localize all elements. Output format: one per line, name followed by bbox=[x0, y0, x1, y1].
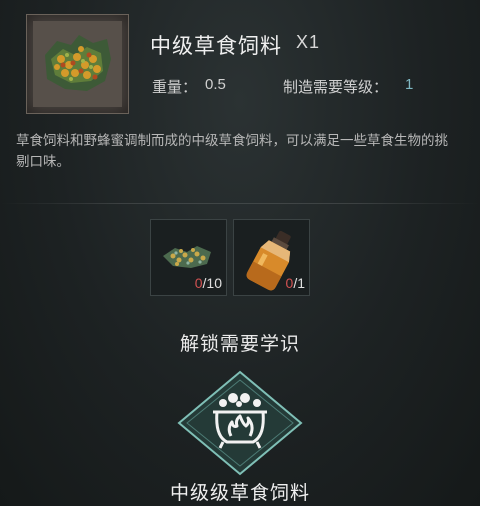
section-divider bbox=[0, 203, 480, 204]
craft-level-value: 1 bbox=[405, 76, 414, 93]
item-quantity: X1 bbox=[296, 32, 321, 52]
ingredient-count: 0/10 bbox=[194, 275, 222, 291]
item-description: 草食饲料和野蜂蜜调制而成的中级草食饲料，可以满足一些草食生物的挑剔口味。 bbox=[16, 133, 448, 169]
weight-label: 重量： bbox=[152, 79, 198, 96]
herbivore-feed-icon bbox=[33, 21, 122, 107]
ingredient-slot-feed[interactable]: 0/10 bbox=[150, 219, 227, 296]
knowledge-name: 中级级草食饲料 bbox=[169, 483, 310, 504]
craft-level-label: 制造需要等级： bbox=[283, 79, 389, 96]
weight-value: 0.5 bbox=[205, 76, 226, 93]
unlock-heading: 解锁需要学识 bbox=[179, 334, 300, 355]
knowledge-badge[interactable] bbox=[175, 370, 305, 476]
ingredient-slot-honey[interactable]: 0/1 bbox=[233, 219, 310, 296]
ingredient-count: 0/1 bbox=[285, 275, 305, 291]
item-icon-frame bbox=[26, 14, 129, 114]
item-name: 中级草食饲料 bbox=[150, 35, 282, 58]
